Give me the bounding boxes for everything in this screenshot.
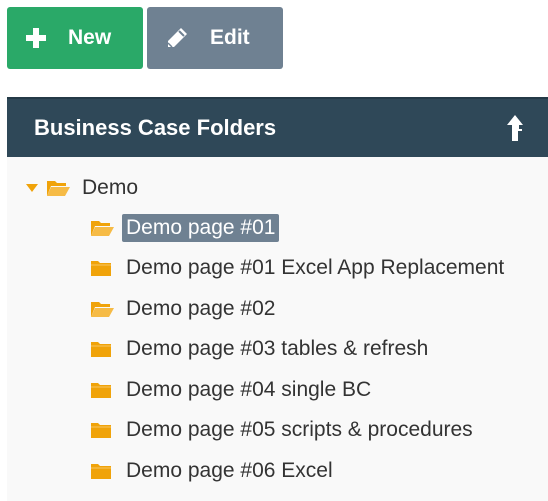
tree-item-demo-page-06[interactable]: Demo page #06 Excel <box>90 456 337 486</box>
tree-item-label: Demo page #03 tables & refresh <box>126 337 429 360</box>
tree-item-label: Demo page #02 <box>126 297 276 320</box>
folder-open-icon <box>90 300 114 318</box>
folder-icon <box>90 421 114 439</box>
upload-arrow-icon[interactable] <box>506 114 524 142</box>
tree-item-demo-page-05[interactable]: Demo page #05 scripts & procedures <box>90 415 477 445</box>
caret-down-icon[interactable] <box>26 183 38 193</box>
edit-button[interactable]: Edit <box>147 7 283 69</box>
folder-open-icon <box>90 219 114 237</box>
tree-item-demo-page-01[interactable]: Demo page #01 <box>90 213 280 243</box>
tree-item-demo-page-02[interactable]: Demo page #02 <box>90 294 279 324</box>
folder-icon <box>90 381 114 399</box>
tree-root-label: Demo <box>82 176 139 199</box>
tree-item-label: Demo page #04 single BC <box>126 378 372 401</box>
folder-icon <box>90 259 114 277</box>
tree-item-label: Demo page #01 Excel App Replacement <box>126 256 505 279</box>
folder-icon <box>90 340 114 358</box>
tree-item-demo-page-04[interactable]: Demo page #04 single BC <box>90 375 375 405</box>
new-button-label: New <box>68 26 112 49</box>
folder-open-icon <box>46 179 70 197</box>
pencil-icon <box>165 26 189 50</box>
edit-button-label: Edit <box>210 26 250 49</box>
panel-header: Business Case Folders <box>7 97 548 157</box>
tree-item-demo-page-01-excel[interactable]: Demo page #01 Excel App Replacement <box>90 253 508 283</box>
tree-item-partial[interactable] <box>90 495 122 501</box>
tree-item-label: Demo page #06 Excel <box>126 459 333 482</box>
tree-item-demo-page-03[interactable]: Demo page #03 tables & refresh <box>90 334 432 364</box>
toolbar: New Edit <box>7 7 283 69</box>
business-case-folders-panel: Business Case Folders Demo Demo page #01… <box>7 97 548 501</box>
new-button[interactable]: New <box>7 7 143 69</box>
plus-icon <box>24 26 48 50</box>
tree-item-label: Demo page #01 <box>122 214 280 242</box>
tree-root-demo[interactable]: Demo <box>26 173 142 203</box>
tree-item-label: Demo page #05 scripts & procedures <box>126 418 473 441</box>
panel-title: Business Case Folders <box>34 115 277 140</box>
folder-icon <box>90 462 114 480</box>
